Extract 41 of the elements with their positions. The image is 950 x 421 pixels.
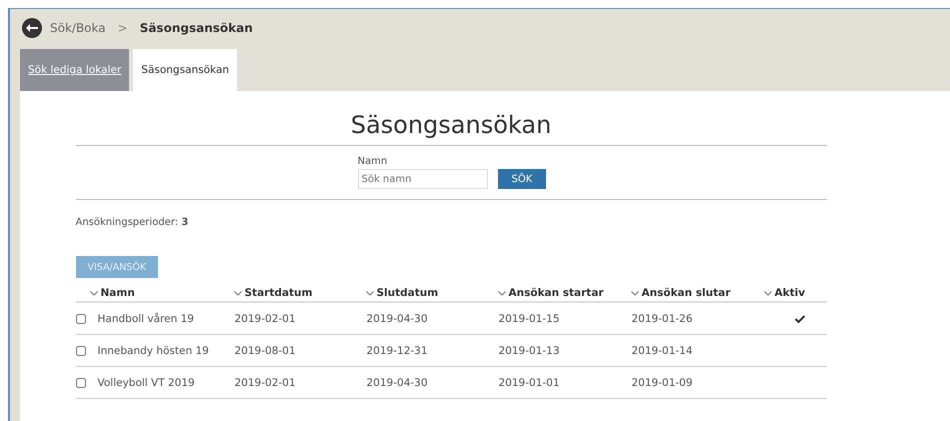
- breadcrumb-current: Säsongsansökan: [140, 21, 253, 35]
- table-cell: Innebandy hösten 19: [98, 344, 209, 356]
- arrow-left-icon: [26, 24, 38, 32]
- table-cell: 2019-01-09: [616, 367, 750, 399]
- chevron-down-icon: [498, 290, 506, 296]
- table-cell: 2019-04-30: [352, 367, 484, 399]
- chevron-down-icon: [234, 290, 242, 296]
- column-header[interactable]: Namn: [76, 287, 220, 303]
- back-button[interactable]: [22, 18, 42, 38]
- column-header[interactable]: Slutdatum: [352, 287, 484, 303]
- table-cell: 2019-01-15: [484, 303, 616, 335]
- column-header[interactable]: Aktiv: [750, 287, 826, 303]
- periods-count: Ansökningsperioder: 3: [76, 217, 190, 228]
- row-checkbox[interactable]: [76, 314, 86, 324]
- table-cell: 2019-01-01: [484, 367, 616, 399]
- table-cell: 2019-01-13: [484, 335, 616, 367]
- search-field[interactable]: Sök namn: [358, 169, 488, 189]
- table-cell: 2019-08-01: [220, 335, 352, 367]
- breadcrumb-separator: >: [118, 21, 128, 35]
- table-cell: 2019-12-31: [352, 335, 484, 367]
- table-cell: 2019-04-30: [352, 303, 484, 335]
- page-title: Säsongsansökan: [76, 111, 826, 146]
- table-cell: 2019-01-26: [616, 303, 750, 335]
- breadcrumb-link[interactable]: Sök/Boka: [50, 21, 106, 35]
- table-cell: 2019-02-01: [220, 303, 352, 335]
- field-label: Namn: [358, 156, 388, 167]
- chevron-down-icon: [764, 290, 772, 296]
- table-cell: 2019-01-14: [616, 335, 750, 367]
- row-checkbox[interactable]: [76, 378, 86, 388]
- column-header[interactable]: Startdatum: [220, 287, 352, 303]
- row-checkbox[interactable]: [76, 346, 86, 356]
- column-header[interactable]: Ansökan slutar: [616, 287, 750, 303]
- search-button[interactable]: SÖK: [498, 169, 546, 189]
- chevron-down-icon: [90, 290, 98, 296]
- table-cell: Volleyboll VT 2019: [98, 376, 195, 388]
- chevron-down-icon: [630, 290, 638, 296]
- tab[interactable]: Säsongsansökan: [133, 49, 238, 91]
- table-cell: 2019-02-01: [220, 367, 352, 399]
- table-cell: Handboll våren 19: [98, 312, 194, 324]
- chevron-down-icon: [366, 290, 374, 296]
- column-header[interactable]: Ansökan startar: [484, 287, 616, 303]
